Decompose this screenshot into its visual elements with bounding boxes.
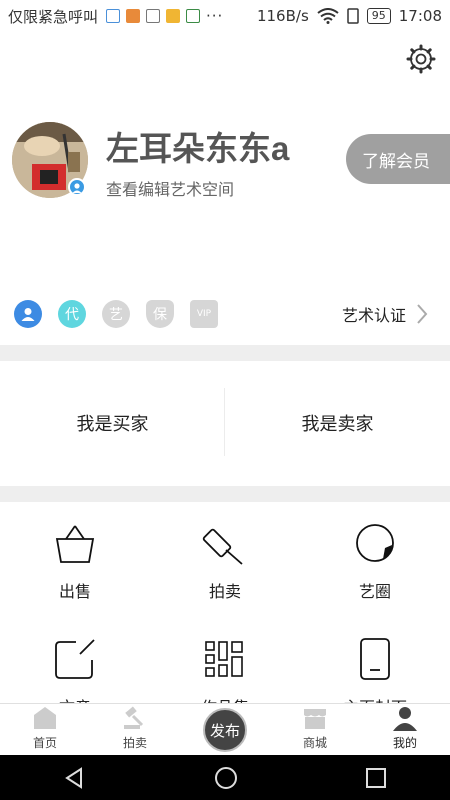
store-icon xyxy=(304,709,326,729)
vip-badge-icon[interactable]: VIP xyxy=(190,300,218,328)
edit-icon xyxy=(55,639,95,679)
grid-item-art-circle[interactable]: 艺圈 xyxy=(300,520,450,602)
basket-icon xyxy=(55,525,95,563)
chevron-right-icon xyxy=(417,304,428,324)
gear-icon[interactable] xyxy=(406,44,436,74)
app-notification-icon xyxy=(166,9,181,23)
clock: 17:08 xyxy=(398,7,442,25)
grid-label: 出售 xyxy=(58,582,91,601)
nav-label: 拍卖 xyxy=(122,736,147,750)
nav-home[interactable]: 首页 xyxy=(0,704,90,755)
sim-icon xyxy=(347,8,359,24)
app-notification-icon xyxy=(186,9,201,23)
nav-auction[interactable]: 拍卖 xyxy=(90,704,180,755)
verified-user-icon xyxy=(68,178,86,196)
app-notification-icon xyxy=(146,9,161,23)
battery-icon: 95 xyxy=(366,8,391,24)
username[interactable]: 左耳朵东东a xyxy=(106,122,289,170)
person-icon xyxy=(393,707,417,731)
nav-label: 首页 xyxy=(32,736,57,750)
yi-badge-icon[interactable]: 艺 xyxy=(102,300,130,328)
member-button[interactable]: 了解会员 xyxy=(346,134,450,184)
bao-badge-icon[interactable]: 保 xyxy=(146,300,174,328)
buyer-button[interactable]: 我是买家 xyxy=(0,386,225,460)
home-icon xyxy=(34,707,56,729)
back-icon[interactable] xyxy=(63,766,87,790)
grid-icon xyxy=(205,641,243,677)
art-certification-link[interactable]: 艺术认证 xyxy=(342,302,428,326)
nav-label: 我的 xyxy=(392,736,417,750)
art-cert-label: 艺术认证 xyxy=(341,306,406,325)
system-nav-bar xyxy=(0,755,450,800)
dai-badge-icon[interactable]: 代 xyxy=(58,300,86,328)
grid-label: 艺圈 xyxy=(358,582,391,601)
app-notification-icon xyxy=(106,9,121,23)
nav-mine[interactable]: 我的 xyxy=(360,704,450,755)
publish-button[interactable]: 发布 xyxy=(203,708,247,752)
nav-label: 商城 xyxy=(302,736,327,750)
user-badge-icon[interactable] xyxy=(14,300,42,328)
more-notifications-icon: ··· xyxy=(206,7,224,25)
gavel-icon xyxy=(202,528,243,565)
section-divider xyxy=(0,345,450,361)
grid-item-sell[interactable]: 出售 xyxy=(0,520,150,602)
home-circle-icon[interactable] xyxy=(214,766,238,790)
gavel-icon xyxy=(124,706,144,729)
status-bar: 仅限紧急呼叫 ··· 116B/s 95 17:08 xyxy=(0,0,450,32)
app-notification-icon xyxy=(126,9,141,23)
notification-icons xyxy=(106,9,201,23)
wifi-icon xyxy=(317,8,339,24)
carrier-text: 仅限紧急呼叫 xyxy=(8,7,99,26)
nav-mall[interactable]: 商城 xyxy=(270,704,360,755)
circle-icon xyxy=(356,524,394,562)
network-speed: 116B/s xyxy=(256,7,309,25)
grid-label: 拍卖 xyxy=(208,582,241,601)
seller-button[interactable]: 我是卖家 xyxy=(225,386,450,460)
section-divider xyxy=(0,486,450,502)
edit-space-link[interactable]: 查看编辑艺术空间 xyxy=(106,176,234,200)
tablet-icon xyxy=(360,638,390,680)
badge-row: 代 艺 保 VIP xyxy=(14,300,218,328)
grid-item-auction[interactable]: 拍卖 xyxy=(150,520,300,602)
recents-icon[interactable] xyxy=(365,767,387,789)
